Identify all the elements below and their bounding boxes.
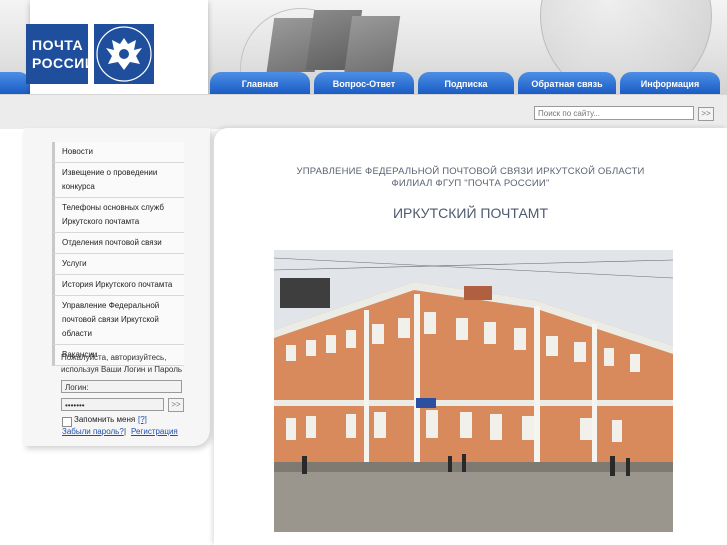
link-separator: |: [124, 427, 127, 436]
remember-me-label: Запомнить меня: [74, 415, 136, 424]
login-field[interactable]: Логин:: [61, 380, 182, 393]
help-link[interactable]: [?]: [138, 415, 147, 424]
shopping-bag-image: [343, 16, 401, 72]
page-title: ИРКУТСКИЙ ПОЧТАМТ: [392, 205, 549, 221]
forgot-password-link[interactable]: Забыли пароль?: [62, 427, 124, 436]
nav-item-info[interactable]: Информация: [620, 72, 720, 94]
nav-item-feedback[interactable]: Обратная связь: [518, 72, 616, 94]
globe-image: [540, 0, 712, 72]
sidebar-item-offices[interactable]: Отделения почтовой связи: [52, 233, 184, 254]
login-prompt: Пожалуйста, авторизуйтесь, используя Ваш…: [61, 353, 183, 374]
password-field[interactable]: •••••••: [61, 398, 164, 411]
register-link[interactable]: Регистрация: [131, 427, 178, 436]
organization-line-1: УПРАВЛЕНИЕ ФЕДЕРАЛЬНОЙ ПОЧТОВОЙ СВЯЗИ ИР…: [296, 166, 645, 177]
logo-wordmark[interactable]: ПОЧТА РОССИИ: [26, 24, 95, 84]
eagle-emblem-icon[interactable]: [94, 24, 154, 84]
login-go-button[interactable]: >>: [168, 398, 184, 412]
nav-item-home[interactable]: Главная: [210, 72, 310, 94]
search-go-button[interactable]: >>: [698, 107, 714, 121]
sidebar-item-services[interactable]: Услуги: [52, 254, 184, 275]
search-input[interactable]: [534, 106, 694, 120]
nav-item-subscription[interactable]: Подписка: [418, 72, 514, 94]
nav-item-qa[interactable]: Вопрос-Ответ: [314, 72, 414, 94]
post-office-building-photo: [274, 250, 673, 532]
main-navigation: Главная Вопрос-Ответ Подписка Обратная с…: [210, 72, 727, 94]
sidebar-item-tender[interactable]: Извещение о проведении конкурса: [52, 163, 184, 198]
organization-line-2: ФИЛИАЛ ФГУП "ПОЧТА РОССИИ": [391, 178, 550, 189]
sidebar-item-history[interactable]: История Иркутского почтамта: [52, 275, 184, 296]
header-decoration: [210, 0, 727, 72]
sidebar-menu: Новости Извещение о проведении конкурса …: [52, 142, 184, 366]
remember-me-checkbox[interactable]: [62, 417, 72, 427]
sidebar-item-phones[interactable]: Телефоны основных служб Иркутского почта…: [52, 198, 184, 233]
sidebar-item-management[interactable]: Управление Федеральной почтовой связи Ир…: [52, 296, 184, 345]
sidebar-item-news[interactable]: Новости: [52, 142, 184, 163]
